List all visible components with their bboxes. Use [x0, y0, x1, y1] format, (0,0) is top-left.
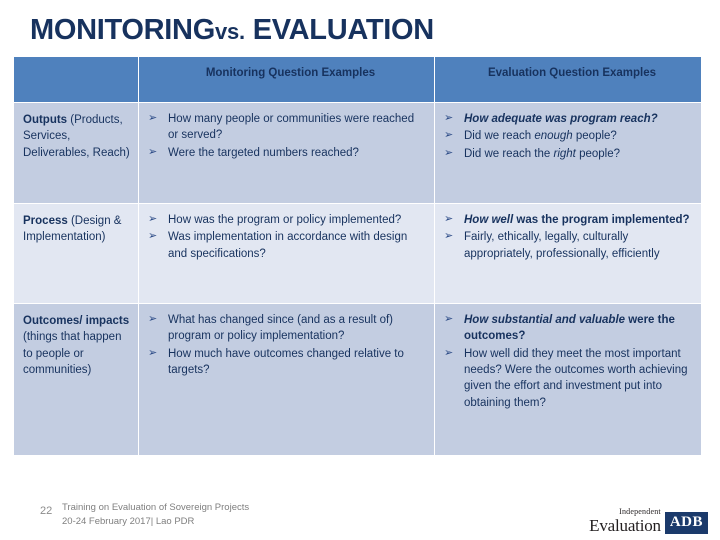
- title-part-vs: vs.: [214, 19, 245, 44]
- title-part-evaluation: EVALUATION: [252, 14, 435, 46]
- monitoring-question-list: ➢ How was the program or policy implement…: [147, 212, 426, 262]
- page-title: MONITORINGvs. EVALUATION: [30, 16, 434, 45]
- evaluation-question-list: ➢ How adequate was program reach? ➢ Did w…: [443, 111, 693, 162]
- arrow-bullet-icon: ➢: [444, 112, 454, 124]
- column-header-monitoring: Monitoring Question Examples: [139, 57, 434, 102]
- arrow-bullet-icon: ➢: [148, 112, 158, 124]
- footer-line-1: Training on Evaluation of Sovereign Proj…: [62, 502, 250, 513]
- column-header-category: [14, 57, 138, 102]
- list-item: ➢ How well did they meet the most importa…: [444, 346, 688, 409]
- logo-wordmark: Independent Evaluation: [589, 507, 665, 535]
- table-row: Process (Design & Implementation) ➢ How w…: [14, 204, 701, 303]
- evaluation-question-list: ➢ How well was the program implemented? ➢…: [443, 212, 693, 262]
- list-item: ➢ Fairly, ethically, legally, culturally …: [444, 230, 660, 260]
- row-category-outputs: Outputs (Products, Services, Deliverable…: [14, 103, 138, 203]
- column-header-evaluation: Evaluation Question Examples: [435, 57, 701, 102]
- list-item: ➢ What has changed since (and as a result…: [148, 313, 394, 343]
- list-item: ➢ How substantial and valuable were the o…: [444, 313, 675, 343]
- page-number: 22: [40, 505, 53, 517]
- list-item: ➢ Were the targeted numbers reached?: [148, 145, 359, 159]
- list-item: ➢ How much have outcomes changed relativ…: [148, 346, 404, 376]
- footer-event-info: Training on Evaluation of Sovereign Proj…: [62, 501, 249, 529]
- arrow-bullet-icon: ➢: [148, 346, 158, 359]
- arrow-bullet-icon: ➢: [444, 129, 454, 142]
- list-item: ➢ How was the program or policy implement…: [148, 213, 402, 226]
- arrow-bullet-icon: ➢: [444, 146, 454, 159]
- monitoring-evaluation-table: Monitoring Question Examples Evaluation …: [13, 56, 702, 456]
- list-item: ➢ How well was the program implemented?: [444, 213, 690, 226]
- independent-evaluation-adb-logo: Independent Evaluation ADB: [589, 500, 708, 534]
- list-item: ➢ How adequate was program reach?: [444, 112, 658, 125]
- logo-independent-text: Independent: [619, 507, 661, 516]
- row-evaluation-outputs: ➢ How adequate was program reach? ➢ Did w…: [435, 103, 701, 203]
- row-category-process: Process (Design & Implementation): [14, 204, 138, 303]
- arrow-bullet-icon: ➢: [444, 313, 454, 325]
- category-label: Outcomes/ impacts (things that happen to…: [23, 315, 130, 376]
- table-header-row: Monitoring Question Examples Evaluation …: [14, 57, 701, 102]
- category-label: Process (Design & Implementation): [23, 215, 122, 244]
- arrow-bullet-icon: ➢: [444, 213, 454, 225]
- arrow-bullet-icon: ➢: [148, 313, 158, 325]
- slide-footer: 22 Training on Evaluation of Sovereign P…: [0, 498, 720, 540]
- list-item: ➢ How many people or communities were rea…: [148, 112, 415, 142]
- arrow-bullet-icon: ➢: [444, 346, 454, 359]
- table-row: Outcomes/ impacts (things that happen to…: [14, 304, 701, 455]
- row-monitoring-outcomes: ➢ What has changed since (and as a result…: [139, 304, 434, 455]
- row-evaluation-outcomes: ➢ How substantial and valuable were the o…: [435, 304, 701, 455]
- list-item: ➢ Did we reach enough people?: [444, 129, 617, 143]
- arrow-bullet-icon: ➢: [148, 230, 158, 243]
- list-item: ➢ Did we reach the right people?: [444, 146, 620, 160]
- table-row: Outputs (Products, Services, Deliverable…: [14, 103, 701, 203]
- logo-evaluation-text: Evaluation: [589, 516, 661, 535]
- monitoring-question-list: ➢ How many people or communities were rea…: [147, 111, 426, 161]
- row-monitoring-process: ➢ How was the program or policy implement…: [139, 204, 434, 303]
- evaluation-question-list: ➢ How substantial and valuable were the o…: [443, 312, 693, 411]
- row-category-outcomes: Outcomes/ impacts (things that happen to…: [14, 304, 138, 455]
- monitoring-question-list: ➢ What has changed since (and as a result…: [147, 312, 426, 378]
- row-monitoring-outputs: ➢ How many people or communities were rea…: [139, 103, 434, 203]
- arrow-bullet-icon: ➢: [444, 230, 454, 243]
- list-item: ➢ Was implementation in accordance with d…: [148, 230, 408, 260]
- slide: MONITORINGvs. EVALUATION Monitoring Ques…: [0, 0, 720, 540]
- row-evaluation-process: ➢ How well was the program implemented? ➢…: [435, 204, 701, 303]
- arrow-bullet-icon: ➢: [148, 213, 158, 225]
- footer-line-2: 20-24 February 2017| Lao PDR: [62, 515, 195, 527]
- category-label: Outputs (Products, Services, Deliverable…: [23, 114, 130, 159]
- adb-logo-box: ADB: [664, 512, 708, 534]
- title-part-monitoring: MONITORING: [30, 14, 215, 46]
- arrow-bullet-icon: ➢: [148, 145, 158, 158]
